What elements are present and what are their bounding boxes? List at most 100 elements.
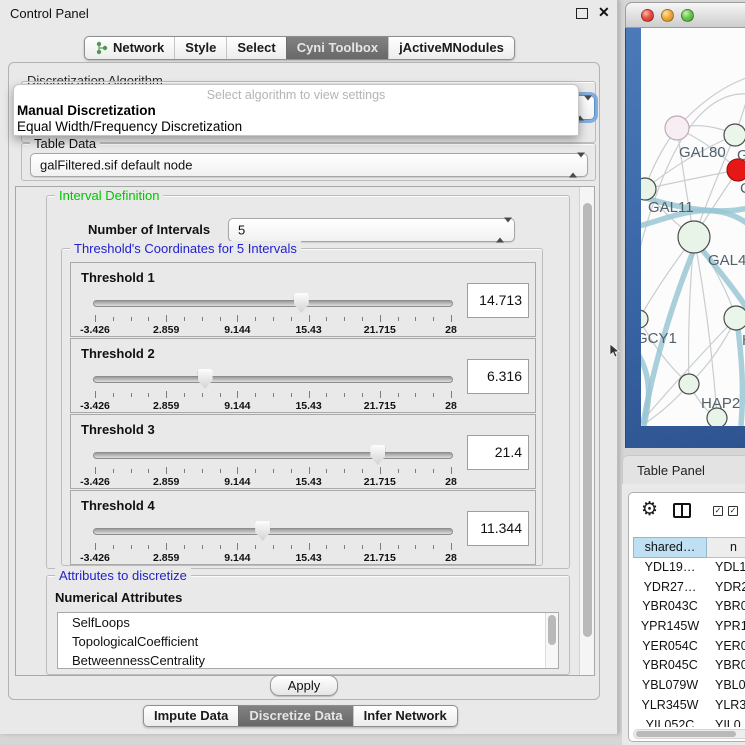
slider-track[interactable] — [93, 376, 453, 383]
node-gcy1[interactable] — [641, 310, 648, 328]
slider-tick-labels: -3.4262.8599.14415.4321.71528 — [95, 476, 451, 487]
table-row[interactable]: YBR043CYBR0 — [633, 597, 745, 617]
list-item[interactable]: SelfLoops — [58, 613, 558, 632]
numerical-attributes-list[interactable]: SelfLoopsTopologicalCoefficientBetweenne… — [57, 612, 559, 669]
table-cell: YBR0 — [707, 656, 745, 676]
slider-thumb[interactable] — [255, 521, 270, 541]
interval-definition-group: Interval Definition Number of Intervals … — [46, 195, 570, 569]
dropdown-option-manual-discretization[interactable]: Manual Discretization — [14, 102, 578, 118]
table-row[interactable]: YPR145WYPR1 — [633, 617, 745, 637]
node-hap2[interactable] — [679, 374, 699, 394]
checkbox-icon[interactable]: ✓ — [713, 506, 723, 516]
numerical-attributes-label: Numerical Attributes — [55, 590, 182, 605]
close-window-button[interactable] — [641, 9, 654, 22]
number-of-intervals-select[interactable]: 5 — [228, 218, 515, 242]
slider-track[interactable] — [93, 528, 453, 535]
slider-thumb[interactable] — [294, 293, 309, 313]
checkbox-icon[interactable]: ✓ — [728, 506, 738, 516]
table-cell: YLR345W — [633, 696, 707, 716]
threshold-row: Threshold 2-3.4262.8599.14415.4321.71528… — [70, 338, 536, 413]
slider-tick-labels: -3.4262.8599.14415.4321.71528 — [95, 552, 451, 563]
list-scrollbar[interactable] — [545, 613, 558, 668]
threshold-value-field[interactable]: 14.713 — [467, 283, 529, 318]
node-gal4[interactable] — [678, 221, 710, 253]
apply-button[interactable]: Apply — [270, 675, 338, 696]
slider-ticks — [95, 467, 451, 475]
slider-thumb[interactable] — [370, 445, 385, 465]
threshold-value-field[interactable]: 11.344 — [467, 511, 529, 546]
zoom-window-button[interactable] — [681, 9, 694, 22]
tab-network[interactable]: Network — [85, 37, 174, 59]
table-h-scrollbar-thumb[interactable] — [636, 731, 736, 737]
list-scrollbar-thumb[interactable] — [548, 615, 556, 645]
table-row[interactable]: YBL079WYBL0 — [633, 676, 745, 696]
table-row[interactable]: YDR27…YDR2 — [633, 578, 745, 598]
node-label: GCY1 — [641, 330, 677, 347]
table-data-group-title: Table Data — [30, 136, 100, 151]
tab-infer-network[interactable]: Infer Network — [353, 706, 457, 726]
table-data-group: Table Data galFiltered.sif default node — [21, 143, 596, 181]
threshold-value-field[interactable]: 6.316 — [467, 359, 529, 394]
threshold-slider: -3.4262.8599.14415.4321.71528 — [93, 291, 453, 335]
network-view-window: GAL80GACGAL11GAL4GCY1HHAP2 — [625, 2, 745, 448]
table-cell: YPR145W — [633, 617, 707, 637]
thresholds-group: Threshold's Coordinates for 5 Intervals … — [61, 248, 543, 566]
slider-ticks — [95, 391, 451, 399]
tab-select[interactable]: Select — [226, 37, 285, 59]
list-item[interactable]: TopologicalCoefficient — [58, 632, 558, 651]
settings-scrollbar-thumb[interactable] — [583, 203, 592, 637]
slider-tick-labels: -3.4262.8599.14415.4321.71528 — [95, 324, 451, 335]
node-label: C — [740, 180, 745, 197]
table-panel-titlebar[interactable]: Table Panel — [622, 455, 745, 484]
threshold-slider: -3.4262.8599.14415.4321.71528 — [93, 443, 453, 487]
table-row[interactable]: YER054CYER0 — [633, 637, 745, 657]
node-label: GAL4 — [708, 252, 745, 269]
tab-impute-data[interactable]: Impute Data — [144, 706, 238, 726]
dropdown-option-equal-width-frequency[interactable]: Equal Width/Frequency Discretization — [14, 118, 578, 134]
thresholds-group-title: Threshold's Coordinates for 5 Intervals — [70, 241, 301, 256]
attributes-group-title: Attributes to discretize — [55, 568, 191, 583]
screen: Control Panel ✕ Network Style Select Cyn… — [0, 0, 745, 745]
threshold-slider: -3.4262.8599.14415.4321.71528 — [93, 519, 453, 563]
gear-icon[interactable]: ⚙ — [641, 498, 658, 520]
settings-scroll-area: Interval Definition Number of Intervals … — [15, 186, 595, 676]
table-row[interactable]: YIL052CYIL0 — [633, 716, 745, 728]
float-window-icon[interactable] — [576, 8, 588, 19]
settings-scrollbar[interactable] — [579, 187, 594, 675]
table-cell: YLR3 — [707, 696, 745, 716]
table-cell: YBR045C — [633, 656, 707, 676]
table-row[interactable]: YLR345WYLR3 — [633, 696, 745, 716]
threshold-value-field[interactable]: 21.4 — [467, 435, 529, 470]
control-panel-window: Control Panel ✕ Network Style Select Cyn… — [0, 0, 618, 734]
slider-thumb[interactable] — [198, 369, 213, 389]
slider-track[interactable] — [93, 452, 453, 459]
minimize-window-button[interactable] — [661, 9, 674, 22]
network-edge[interactable] — [645, 170, 738, 189]
bottom-tab-bar: Impute Data Discretize Data Infer Networ… — [143, 705, 458, 727]
node-right-h[interactable] — [724, 306, 745, 330]
split-panel-icon[interactable] — [673, 503, 691, 518]
slider-track[interactable] — [93, 300, 453, 307]
table-row[interactable]: YDL19…YDL1 — [633, 558, 745, 578]
column-header-shared[interactable]: shared… — [633, 537, 707, 558]
tab-jactivemnodules[interactable]: jActiveMNodules — [388, 37, 514, 59]
close-panel-icon[interactable]: ✕ — [598, 4, 610, 21]
node-top-right[interactable] — [724, 124, 745, 146]
list-item[interactable]: BetweennessCentrality — [58, 651, 558, 669]
table-h-scrollbar[interactable] — [633, 729, 745, 739]
tab-discretize-data[interactable]: Discretize Data — [238, 706, 352, 726]
node-pink[interactable] — [665, 116, 689, 140]
network-canvas[interactable]: GAL80GACGAL11GAL4GCY1HHAP2 — [641, 28, 745, 426]
network-window-titlebar[interactable] — [625, 2, 745, 28]
table-row[interactable]: YBR045CYBR0 — [633, 656, 745, 676]
table-data-selected-value: galFiltered.sif default node — [40, 158, 192, 173]
network-edge[interactable] — [677, 78, 745, 128]
column-header-name[interactable]: n — [707, 537, 745, 558]
tab-cyni-toolbox[interactable]: Cyni Toolbox — [286, 37, 388, 59]
slider-tick-labels: -3.4262.8599.14415.4321.71528 — [95, 400, 451, 411]
number-of-intervals-label: Number of Intervals — [88, 222, 210, 237]
node-gal11[interactable] — [641, 178, 656, 200]
tab-style[interactable]: Style — [174, 37, 226, 59]
table-cell: YDL19… — [633, 558, 707, 578]
table-data-select[interactable]: galFiltered.sif default node — [30, 153, 588, 177]
